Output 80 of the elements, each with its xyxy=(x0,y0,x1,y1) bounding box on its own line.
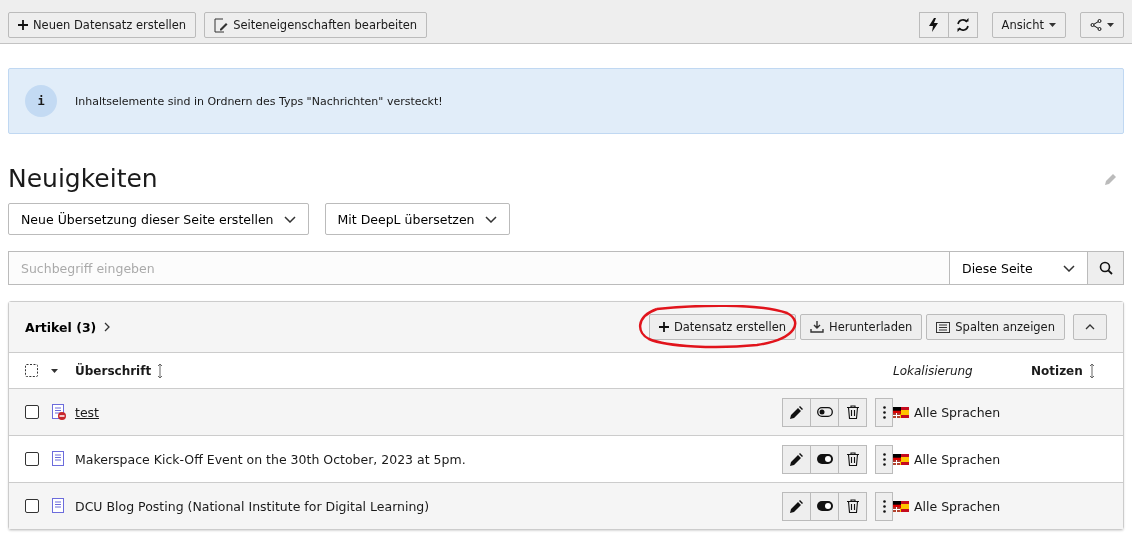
edit-button[interactable] xyxy=(782,491,811,521)
column-header[interactable]: Überschrift xyxy=(75,362,783,379)
chevron-down-icon xyxy=(283,215,296,223)
more-button[interactable] xyxy=(875,397,893,427)
plus-icon xyxy=(658,322,669,332)
refresh-icon xyxy=(955,18,970,32)
record-title[interactable]: Makerspace Kick-Off Event on the 30th October, 2023 at 5pm. xyxy=(75,451,783,467)
share-icon xyxy=(1090,19,1102,31)
column-header: Lokalisierung xyxy=(893,363,974,378)
row-checkbox[interactable] xyxy=(25,499,39,513)
delete-button[interactable] xyxy=(838,444,867,474)
page-edit-icon xyxy=(214,17,229,33)
translation-dropdown[interactable]: Neue Übersetzung dieser Seite erstellen xyxy=(8,203,309,235)
sort-icon xyxy=(157,362,164,379)
pencil-icon xyxy=(790,452,803,466)
sort-icon xyxy=(1088,362,1095,379)
info-message: Inhaltselemente sind in Ordnern des Typs "Nachrichten" versteckt! xyxy=(75,94,443,108)
flag-icon xyxy=(893,406,909,418)
toolbar-button[interactable]: Neuen Datensatz erstellen xyxy=(8,12,197,38)
flag-icon xyxy=(893,453,909,465)
plus-icon xyxy=(18,20,28,30)
chevron-down-icon xyxy=(1063,264,1075,272)
scope-dropdown[interactable]: Diese Seite xyxy=(950,251,1088,285)
record-title[interactable]: DCU Blog Posting (National Institute for Digital Learning) xyxy=(75,498,783,514)
panel-button[interactable]: Herunterladen xyxy=(800,314,923,340)
page-title: Neuigkeiten xyxy=(8,164,158,193)
share-dropdown[interactable] xyxy=(1080,12,1124,38)
info-icon: i xyxy=(25,85,57,117)
flag-icon xyxy=(893,500,909,512)
toggle-on-icon xyxy=(816,501,833,511)
chevron-down-icon xyxy=(484,215,497,223)
record-title[interactable]: test xyxy=(75,404,783,420)
language-text: Alle Sprachen xyxy=(914,404,1001,420)
more-icon xyxy=(882,452,886,466)
more-icon xyxy=(882,405,886,419)
translation-dropdown[interactable]: Mit DeepL übersetzen xyxy=(324,203,510,235)
delete-button[interactable] xyxy=(838,491,867,521)
caret-icon xyxy=(1049,23,1056,27)
lightning-icon xyxy=(929,18,939,32)
visibility-toggle-button[interactable] xyxy=(810,491,839,521)
chevron-up-icon xyxy=(1085,324,1095,330)
toggle-on-icon xyxy=(816,454,833,464)
language-text: Alle Sprachen xyxy=(914,498,1001,514)
row-checkbox[interactable] xyxy=(25,452,39,466)
language-text: Alle Sprachen xyxy=(914,451,1001,467)
edit-button[interactable] xyxy=(782,397,811,427)
caret-icon xyxy=(1107,23,1114,27)
chevron-right-icon xyxy=(104,322,111,332)
panel-button[interactable]: Datensatz erstellen xyxy=(648,314,797,340)
trash-icon xyxy=(846,499,859,513)
more-button[interactable] xyxy=(875,491,893,521)
visibility-toggle-button[interactable] xyxy=(810,397,839,427)
pencil-icon xyxy=(790,405,803,419)
refresh-button[interactable] xyxy=(947,12,978,38)
download-icon xyxy=(810,321,825,333)
toggle-off-icon xyxy=(816,407,833,417)
view-dropdown[interactable]: Ansicht xyxy=(991,12,1066,38)
more-button[interactable] xyxy=(875,444,893,474)
record-icon xyxy=(51,451,67,467)
panel-button[interactable]: Spalten anzeigen xyxy=(926,314,1065,340)
row-checkbox[interactable] xyxy=(25,405,39,419)
hidden-record-icon xyxy=(51,404,67,420)
panel-title[interactable]: Artikel (3) xyxy=(25,319,111,335)
search-field[interactable]: Suchbegriff eingeben xyxy=(8,251,950,285)
pencil-icon xyxy=(790,499,803,513)
flash-button[interactable] xyxy=(918,12,949,38)
edit-button[interactable] xyxy=(782,444,811,474)
trash-icon xyxy=(846,405,859,419)
visibility-toggle-button[interactable] xyxy=(810,444,839,474)
caret-icon xyxy=(51,368,58,373)
search-icon xyxy=(1098,261,1113,275)
record-icon xyxy=(51,498,67,514)
search-button[interactable] xyxy=(1088,251,1124,285)
more-icon xyxy=(882,499,886,513)
column-header[interactable]: Notizen xyxy=(1031,362,1123,379)
select-all-checkbox[interactable] xyxy=(25,364,38,377)
columns-icon xyxy=(936,321,951,333)
delete-button[interactable] xyxy=(838,397,867,427)
toolbar-button[interactable]: Seiteneigenschaften bearbeiten xyxy=(204,12,428,38)
trash-icon xyxy=(846,452,859,466)
